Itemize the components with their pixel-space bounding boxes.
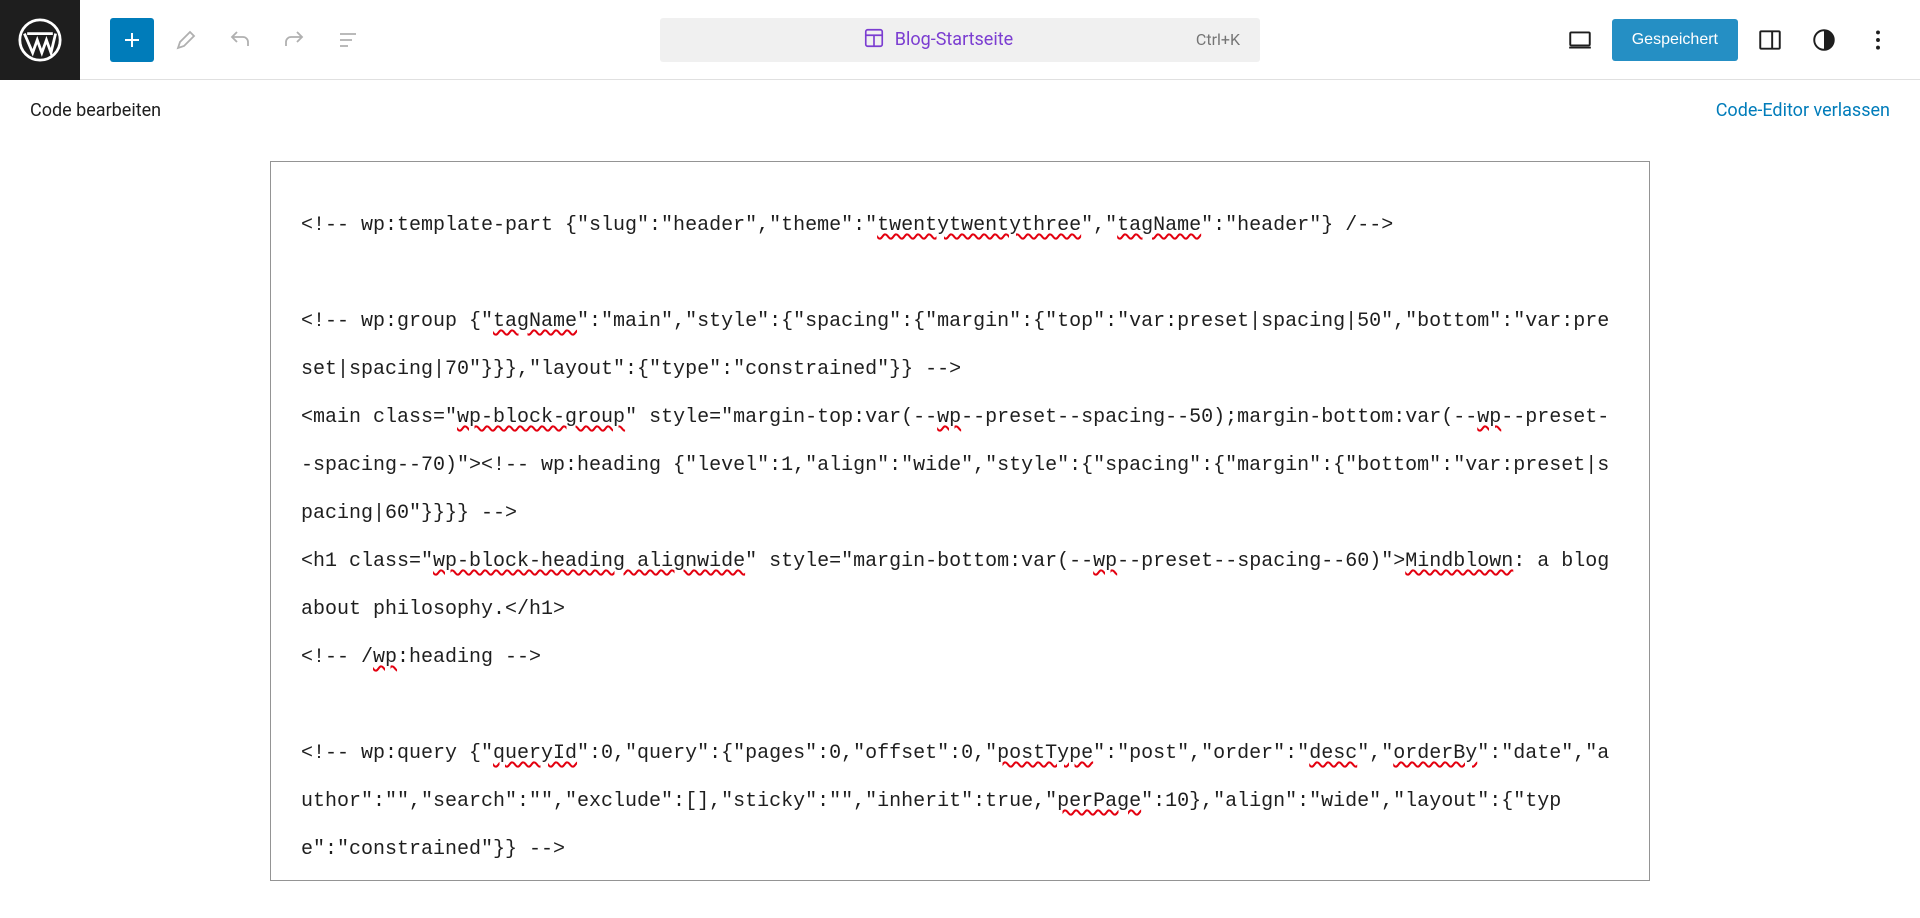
redo-button[interactable]: [272, 18, 316, 62]
spell-error: tagName: [493, 310, 577, 333]
spell-error: wp: [1477, 406, 1501, 429]
pencil-icon: [174, 28, 198, 52]
spell-error: orderBy: [1393, 742, 1477, 765]
template-name: Blog-Startseite: [895, 29, 1013, 50]
toolbar-left-group: [80, 18, 370, 62]
command-bar[interactable]: Blog-Startseite Ctrl+K: [660, 18, 1260, 62]
spell-error: wp: [373, 646, 397, 669]
saved-button[interactable]: Gespeichert: [1612, 19, 1738, 61]
spell-error: twentytwentythree: [877, 214, 1081, 237]
spell-error: wp: [937, 406, 961, 429]
styles-button[interactable]: [1802, 18, 1846, 62]
spell-error: postType: [997, 742, 1093, 765]
keyboard-shortcut: Ctrl+K: [1196, 30, 1240, 49]
editor-wrap: <!-- wp:template-part {"slug":"header","…: [0, 131, 1920, 881]
spell-error: wp: [1093, 550, 1117, 573]
layout-icon: [863, 27, 885, 53]
edit-button[interactable]: [164, 18, 208, 62]
wordpress-icon: [18, 18, 62, 62]
wordpress-logo[interactable]: [0, 0, 80, 80]
plus-icon: [120, 28, 144, 52]
settings-sidebar-button[interactable]: [1748, 18, 1792, 62]
sidebar-icon: [1757, 27, 1783, 53]
spell-error: Mindblown: [1405, 550, 1513, 573]
top-toolbar: Blog-Startseite Ctrl+K Gespeichert: [0, 0, 1920, 80]
kebab-icon: [1865, 27, 1891, 53]
spell-error: perPage: [1057, 790, 1141, 813]
command-bar-content: Blog-Startseite: [863, 27, 1013, 53]
add-block-button[interactable]: [110, 18, 154, 62]
undo-icon: [228, 28, 252, 52]
exit-code-editor-link[interactable]: Code-Editor verlassen: [1716, 100, 1890, 121]
view-button[interactable]: [1558, 18, 1602, 62]
code-editor-header: Code bearbeiten Code-Editor verlassen: [0, 80, 1920, 131]
undo-button[interactable]: [218, 18, 262, 62]
contrast-icon: [1811, 27, 1837, 53]
spell-error: tagName: [1117, 214, 1201, 237]
document-overview-button[interactable]: [326, 18, 370, 62]
toolbar-right-group: Gespeichert: [1558, 18, 1920, 62]
spell-error: queryId: [493, 742, 577, 765]
spell-error: wp-block-group: [457, 406, 625, 429]
code-editor-title: Code bearbeiten: [30, 100, 161, 121]
spell-error: wp-block-heading alignwide: [433, 550, 745, 573]
spell-error: desc: [1309, 742, 1357, 765]
desktop-icon: [1567, 27, 1593, 53]
list-icon: [336, 28, 360, 52]
redo-icon: [282, 28, 306, 52]
options-button[interactable]: [1856, 18, 1900, 62]
code-textarea[interactable]: <!-- wp:template-part {"slug":"header","…: [270, 161, 1650, 881]
